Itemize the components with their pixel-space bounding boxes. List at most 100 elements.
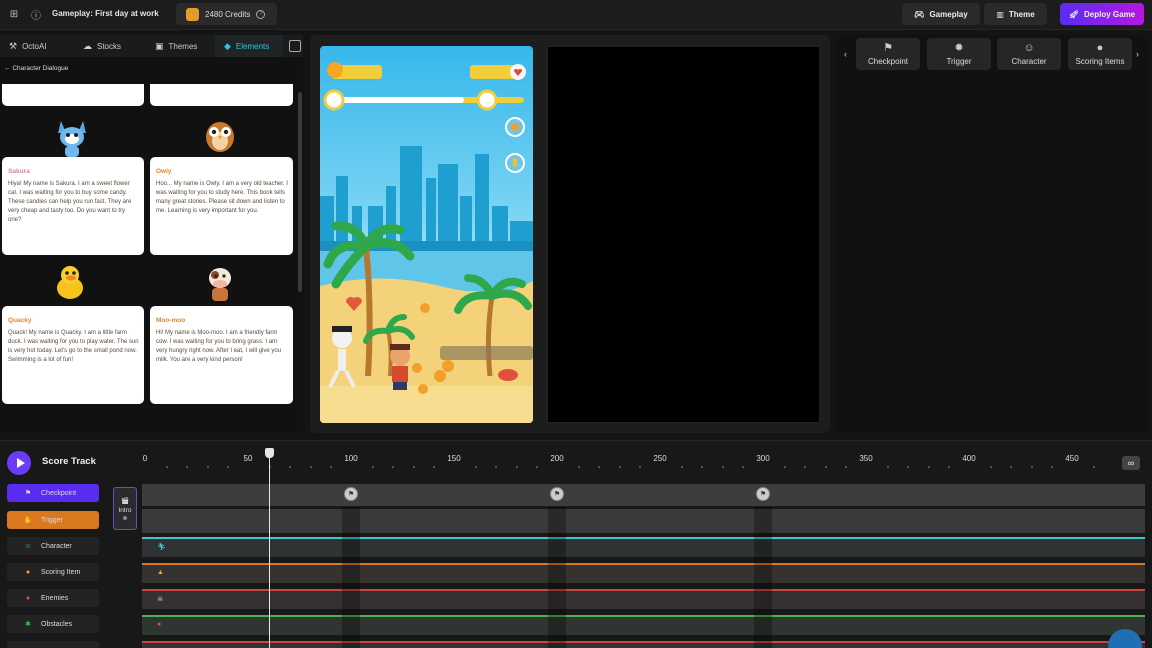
ruler-tick-label: 200 xyxy=(550,454,564,463)
card-partial[interactable] xyxy=(2,84,144,106)
ruler-tick-label: 100 xyxy=(344,454,358,463)
card-partial[interactable] xyxy=(150,84,293,106)
tab-label: Stocks xyxy=(97,41,122,51)
ruler-tick-label: 350 xyxy=(859,454,873,463)
ruler-minor-tick xyxy=(412,466,415,468)
elements-panel: ⚒ OctoAI ☁ Stocks ▣ Themes ◆ Elements ← … xyxy=(0,35,303,433)
collapse-panel-icon[interactable] xyxy=(289,40,301,52)
quacky-duck-character xyxy=(57,266,83,299)
category-scoring-item[interactable]: ● Scoring Item xyxy=(7,563,99,581)
checkpoint-column xyxy=(342,507,360,648)
ruler-minor-tick xyxy=(433,466,436,468)
play-button[interactable] xyxy=(7,451,31,475)
infinity-toggle[interactable]: ∞ xyxy=(1122,456,1140,470)
category-label: Trigger xyxy=(41,516,63,524)
burst-icon: ✹ xyxy=(954,41,964,54)
beach-scene-illustration xyxy=(320,62,533,423)
trigger-icon: ✋ xyxy=(23,517,33,524)
ruler-minor-tick xyxy=(886,466,889,468)
tab-stocks[interactable]: ☁ Stocks xyxy=(80,35,140,57)
playhead-handle[interactable] xyxy=(264,448,274,458)
tab-themes[interactable]: ▣ Themes xyxy=(152,35,214,57)
tab-scoring-items[interactable]: ● Scoring Items xyxy=(1068,38,1132,70)
checkpoint-flag-icon[interactable]: ⚑ xyxy=(756,487,770,501)
credits-badge[interactable]: 2480 Credits ? xyxy=(176,3,277,25)
ruler-minor-tick xyxy=(515,466,518,468)
coin-icon: ● xyxy=(25,568,31,576)
ruler-minor-tick xyxy=(227,466,230,468)
deploy-game-button[interactable]: 🚀︎ Deploy Game xyxy=(1060,3,1144,25)
breadcrumb-label: Character Dialogue xyxy=(12,65,69,72)
card-text: Quack! My name is Quacky. I am a little … xyxy=(8,330,139,363)
category-enemies[interactable]: ● Enemies xyxy=(7,589,99,607)
enemies-lane[interactable] xyxy=(142,589,1145,609)
dialogue-card-quacky[interactable]: Quacky Quack! My name is Quacky. I am a … xyxy=(2,306,144,404)
person-icon: ☺ xyxy=(24,542,32,550)
theme-button[interactable]: ▥ Theme xyxy=(984,3,1047,25)
category-character[interactable]: ☺ Character xyxy=(7,537,99,555)
tab-trigger[interactable]: ✹ Trigger xyxy=(927,38,991,70)
theme-label: Theme xyxy=(1008,9,1035,19)
card-text: Hiya! My name is Sakura. I am a sweet fl… xyxy=(8,181,132,223)
ruler-tick-label: 0 xyxy=(142,454,148,463)
tab-octoai[interactable]: ⚒ OctoAI xyxy=(6,35,68,57)
ruler-minor-tick xyxy=(783,466,786,468)
scroll-left-icon[interactable]: ‹ xyxy=(844,49,847,59)
gamepad-icon: 🎮︎ xyxy=(914,9,925,19)
card-name: Owly xyxy=(156,168,172,175)
gameplay-button[interactable]: 🎮︎ Gameplay xyxy=(902,3,980,25)
scoring-item-lane[interactable] xyxy=(142,563,1145,583)
playhead-line[interactable] xyxy=(269,453,271,648)
category-checkpoint[interactable]: ⚑ Checkpoint xyxy=(7,484,99,502)
rocket-icon: 🚀︎ xyxy=(1068,9,1079,19)
clapper-icon: 🎬︎ xyxy=(120,498,130,505)
tab-label: Character xyxy=(1011,56,1047,66)
lane-partial[interactable] xyxy=(142,641,1145,648)
trigger-lane[interactable] xyxy=(142,509,1145,533)
grid-menu-icon[interactable]: ⊞ xyxy=(7,7,21,21)
dialogue-card-moo-moo[interactable]: Moo-moo Hi! My name is Moo-moo. I am a f… xyxy=(150,306,293,404)
secondary-preview-canvas[interactable] xyxy=(547,46,820,423)
deploy-label: Deploy Game xyxy=(1084,9,1136,19)
game-preview-screen[interactable] xyxy=(320,46,533,423)
ruler-minor-tick xyxy=(721,466,724,468)
tab-character[interactable]: ☺ Character xyxy=(997,38,1061,70)
ruler-minor-tick xyxy=(1010,466,1013,468)
ruler-minor-tick xyxy=(680,466,683,468)
dialogue-card-owly[interactable]: Owly Hoo... My name is Owly. I am a very… xyxy=(150,157,293,255)
ruler-tick-label: 450 xyxy=(1065,454,1079,463)
dialogue-card-sakura[interactable]: Sakura Hiya! My name is Sakura. I am a s… xyxy=(2,157,144,255)
help-icon[interactable]: ? xyxy=(256,9,266,19)
info-icon[interactable]: ⓘ xyxy=(29,7,43,22)
gameplay-label: Gameplay xyxy=(929,9,968,19)
card-text: Hi! My name is Moo-moo. I am a friendly … xyxy=(156,330,282,363)
scroll-right-icon[interactable]: › xyxy=(1136,49,1139,59)
tab-elements[interactable]: ◆ Elements xyxy=(215,35,283,57)
character-lane[interactable] xyxy=(142,537,1145,557)
ruler-tick-label: 50 xyxy=(243,454,253,463)
checkpoint-column xyxy=(548,507,566,648)
intro-block[interactable]: 🎬︎ Intro xyxy=(113,487,137,530)
checkpoint-flag-icon[interactable]: ⚑ xyxy=(550,487,564,501)
card-name: Moo-moo xyxy=(156,317,186,324)
checkpoint-flag-icon[interactable]: ⚑ xyxy=(344,487,358,501)
category-trigger[interactable]: ✋ Trigger xyxy=(7,511,99,529)
ruler-minor-tick xyxy=(392,466,395,468)
breadcrumb[interactable]: ← Character Dialogue xyxy=(4,65,68,72)
category-obstacles[interactable]: ✱ Obstacles xyxy=(7,615,99,633)
ruler-minor-tick xyxy=(824,466,827,468)
sakura-cat-character xyxy=(58,121,86,157)
panel-scrollbar[interactable] xyxy=(298,92,302,292)
ruler-tick-label: 300 xyxy=(756,454,770,463)
magic-wand-icon: ⚒ xyxy=(9,40,18,51)
checkpoint-lane[interactable] xyxy=(142,484,1145,506)
properties-panel: ‹ ⚑ Checkpoint ✹ Trigger ☺ Character ● S… xyxy=(836,35,1148,433)
ruler-minor-tick xyxy=(989,466,992,468)
obstacles-lane[interactable] xyxy=(142,615,1145,635)
ruler-tick-label: 250 xyxy=(653,454,667,463)
tab-checkpoint[interactable]: ⚑ Checkpoint xyxy=(856,38,920,70)
category-partial[interactable] xyxy=(7,641,99,648)
category-label: Enemies xyxy=(41,594,69,602)
card-text: Hoo... My name is Owly. I am a very old … xyxy=(156,181,288,214)
top-bar: ⊞ ⓘ Gameplay: First day at work 2480 Cre… xyxy=(0,0,1152,30)
